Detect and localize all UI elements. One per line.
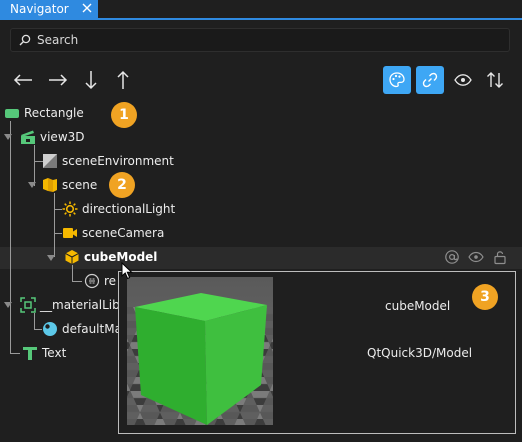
tree-item-label: sceneCamera (82, 226, 165, 240)
link-icon (422, 72, 438, 88)
tree-item-text[interactable]: Text (22, 342, 66, 364)
tree-item-view3d[interactable]: view3D (20, 126, 85, 148)
material-icon (43, 322, 57, 336)
model-icon (65, 250, 79, 264)
scene-icon (43, 178, 57, 192)
tab-bar: Navigator (0, 0, 522, 20)
callout-badge-2: 2 (109, 172, 135, 198)
tree-item-rectangle[interactable]: Rectangle (4, 102, 84, 124)
link-button[interactable] (416, 66, 444, 94)
eye-icon (454, 74, 472, 86)
tree-item-label: scene (62, 178, 98, 192)
move-up-button[interactable] (109, 66, 137, 94)
move-right-button[interactable] (44, 66, 72, 94)
expand-arrow-icon[interactable] (46, 254, 56, 262)
tree-item-label: defaultMa (62, 322, 122, 336)
tree-item-material-library[interactable]: __materialLibr (20, 294, 125, 316)
arrow-left-icon (13, 74, 32, 86)
model-preview-image (127, 277, 273, 425)
tooltip-id: cubeModel (385, 299, 451, 313)
expand-arrow-icon[interactable] (3, 301, 13, 309)
tab-navigator[interactable]: Navigator (0, 0, 98, 18)
view3d-icon (21, 130, 35, 144)
tree-line (34, 145, 35, 186)
tree-item-label: __materialLibr (40, 298, 125, 312)
arrow-right-icon (49, 74, 68, 86)
arrow-up-icon (117, 70, 129, 89)
tree-item-label: directionalLight (82, 202, 176, 216)
scene-environment-icon (43, 154, 57, 168)
callout-badge-3: 3 (472, 284, 498, 310)
show-only-visible-button[interactable] (383, 66, 411, 94)
tree-item-cube-model[interactable]: cubeModel (64, 246, 157, 268)
tab-label: Navigator (10, 2, 69, 16)
search-input[interactable] (37, 31, 497, 49)
arrow-down-icon (85, 71, 97, 90)
search-box (10, 28, 510, 52)
sort-icon (487, 72, 503, 88)
callout-badge-1: 1 (111, 102, 137, 128)
tree-item-scene-environment[interactable]: sceneEnvironment (42, 150, 174, 172)
reference-icon (84, 273, 100, 289)
expand-arrow-icon[interactable] (3, 133, 13, 141)
search-icon (19, 34, 31, 46)
tree-line (10, 353, 20, 354)
rectangle-icon (5, 109, 19, 118)
tree-item-scene[interactable]: scene (42, 174, 97, 196)
tree-item-label: re (104, 274, 117, 288)
palette-icon (389, 72, 405, 88)
tree-item-scene-camera[interactable]: sceneCamera (62, 222, 164, 244)
tree-item-directional-light[interactable]: directionalLight (62, 198, 175, 220)
tree-line (54, 209, 62, 210)
move-left-button[interactable] (9, 66, 37, 94)
lock-icon[interactable] (492, 249, 508, 265)
tree-item-reference[interactable]: re (84, 270, 116, 292)
tree-item-label: Text (42, 346, 67, 360)
tree-line (10, 121, 11, 354)
camera-icon (63, 228, 77, 238)
visibility-filter-button[interactable] (449, 66, 477, 94)
alias-icon[interactable] (444, 249, 460, 265)
tooltip-type: QtQuick3D/Model (367, 346, 473, 360)
expand-arrow-icon[interactable] (27, 181, 37, 189)
sort-button[interactable] (481, 66, 509, 94)
tree-line (54, 233, 62, 234)
light-icon (62, 201, 78, 217)
text-icon (23, 347, 37, 360)
tree-item-default-material[interactable]: defaultMa (42, 318, 122, 340)
tree-line (54, 193, 55, 257)
tree-line (34, 329, 42, 330)
tree-line (72, 281, 82, 282)
tree-item-label: sceneEnvironment (62, 154, 174, 168)
eye-icon[interactable] (468, 249, 484, 265)
tree-item-label: view3D (40, 130, 85, 144)
model-preview-tooltip: cubeModel QtQuick3D/Model (118, 271, 516, 434)
move-down-button[interactable] (77, 66, 105, 94)
tree-item-label: Rectangle (24, 106, 84, 120)
mouse-cursor-icon (121, 262, 133, 280)
close-icon[interactable] (80, 1, 94, 15)
material-library-icon (20, 297, 36, 313)
